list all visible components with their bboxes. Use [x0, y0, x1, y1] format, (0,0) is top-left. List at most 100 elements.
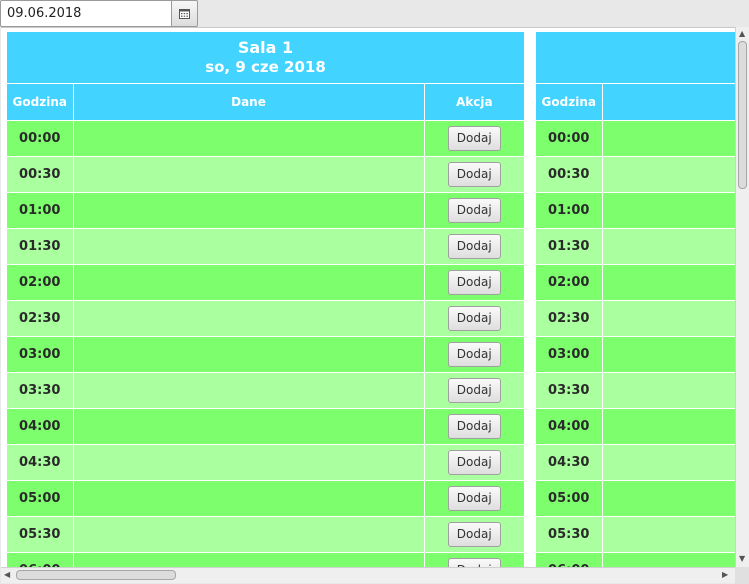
time-cell: 05:30	[7, 516, 74, 553]
scroll-down-icon[interactable]: ▼	[739, 555, 745, 563]
table-row: 02:00 Dodaj	[7, 264, 524, 301]
action-cell: Dodaj	[424, 552, 524, 567]
schedule-viewport: Sala 1 so, 9 cze 2018 Godzina Dane Akcja 00:0…	[1, 27, 735, 567]
date-input[interactable]	[0, 0, 172, 27]
add-button[interactable]: Dodaj	[447, 557, 501, 567]
calendar-button[interactable]	[172, 0, 198, 27]
table-row: 01:00 Dodaj	[7, 192, 524, 229]
action-cell: Dodaj	[424, 228, 524, 265]
table-row: 00:30 Dodaj	[7, 156, 524, 193]
add-button[interactable]: Dodaj	[447, 521, 501, 547]
data-cell	[73, 372, 425, 409]
time-cell: 03:30	[7, 372, 74, 409]
table-row: 05:00	[536, 480, 735, 517]
data-cell	[73, 408, 425, 445]
add-button[interactable]: Dodaj	[447, 377, 501, 403]
scroll-corner	[735, 567, 749, 584]
data-cell	[73, 444, 425, 481]
table-row: 01:30	[536, 228, 735, 265]
table-row: 00:30	[536, 156, 735, 193]
time-cell: 02:00	[7, 264, 74, 301]
add-button[interactable]: Dodaj	[447, 305, 501, 331]
data-cell	[602, 336, 735, 373]
room-title: Sala 1	[237, 38, 294, 57]
add-button[interactable]: Dodaj	[447, 125, 501, 151]
horizontal-scrollbar[interactable]: ◀ ▶	[1, 567, 735, 583]
table-row: 01:00	[536, 192, 735, 229]
action-cell: Dodaj	[424, 444, 524, 481]
time-cell: 01:00	[7, 192, 74, 229]
table-row: 02:30 Dodaj	[7, 300, 524, 337]
room-panel: Sala 1 so, 9 cze 2018 Godzina Dane Akcja 00:0…	[7, 32, 524, 567]
add-button[interactable]: Dodaj	[447, 233, 501, 259]
add-button[interactable]: Dodaj	[447, 413, 501, 439]
time-cell: 00:30	[536, 156, 603, 193]
action-cell: Dodaj	[424, 480, 524, 517]
time-cell: 02:30	[536, 300, 603, 337]
table-row: 02:00	[536, 264, 735, 301]
table-row: 05:30 Dodaj	[7, 516, 524, 553]
schedule-table: Godzina Dane Akcja 00:00 Dodaj 00:30 Dodaj 01:0…	[7, 84, 524, 567]
scroll-right-icon[interactable]: ▶	[722, 571, 728, 579]
time-cell: 05:00	[536, 480, 603, 517]
add-button[interactable]: Dodaj	[447, 485, 501, 511]
column-header-time: Godzina	[7, 84, 74, 121]
data-cell	[73, 336, 425, 373]
scroll-up-icon[interactable]: ▲	[739, 30, 745, 38]
table-row: 04:30 Dodaj	[7, 444, 524, 481]
date-picker	[0, 0, 198, 27]
add-button[interactable]: Dodaj	[447, 341, 501, 367]
action-cell: Dodaj	[424, 516, 524, 553]
table-row: 04:30	[536, 444, 735, 481]
rooms-container: Sala 1 so, 9 cze 2018 Godzina Dane Akcja 00:0…	[7, 32, 735, 567]
time-cell: 05:00	[7, 480, 74, 517]
data-cell	[73, 480, 425, 517]
column-header-data: Dane	[73, 84, 425, 121]
table-row: 06:00 Dodaj	[7, 552, 524, 567]
data-cell	[73, 300, 425, 337]
table-row: 05:00 Dodaj	[7, 480, 524, 517]
time-cell: 00:00	[7, 120, 74, 157]
data-cell	[602, 408, 735, 445]
action-cell: Dodaj	[424, 264, 524, 301]
add-button[interactable]: Dodaj	[447, 269, 501, 295]
action-cell: Dodaj	[424, 336, 524, 373]
time-cell: 00:00	[536, 120, 603, 157]
vertical-scroll-thumb[interactable]	[738, 41, 747, 189]
schedule-table: Godzina 00:00 00:30 01:00 01:30 02:00 02:30 03:…	[536, 84, 735, 567]
add-button[interactable]: Dodaj	[447, 161, 501, 187]
table-row: 01:30 Dodaj	[7, 228, 524, 265]
data-cell	[602, 552, 735, 567]
column-header-action: Akcja	[424, 84, 524, 121]
table-row: 06:00	[536, 552, 735, 567]
data-cell	[602, 120, 735, 157]
time-cell: 03:30	[536, 372, 603, 409]
room-header: Sala 1 so, 9 cze 2018	[7, 32, 524, 84]
table-row: 03:30 Dodaj	[7, 372, 524, 409]
time-cell: 04:00	[536, 408, 603, 445]
data-cell	[73, 120, 425, 157]
room-header	[536, 32, 735, 84]
time-cell: 02:30	[7, 300, 74, 337]
scroll-left-icon[interactable]: ◀	[4, 571, 10, 579]
action-cell: Dodaj	[424, 408, 524, 445]
time-cell: 03:00	[536, 336, 603, 373]
data-cell	[73, 264, 425, 301]
table-row: 03:00	[536, 336, 735, 373]
table-row: 04:00 Dodaj	[7, 408, 524, 445]
vertical-scrollbar[interactable]: ▲ ▼	[735, 27, 749, 567]
data-cell	[602, 444, 735, 481]
table-row: 02:30	[536, 300, 735, 337]
data-cell	[602, 516, 735, 553]
data-cell	[73, 228, 425, 265]
add-button[interactable]: Dodaj	[447, 197, 501, 223]
action-cell: Dodaj	[424, 120, 524, 157]
action-cell: Dodaj	[424, 156, 524, 193]
room-date: so, 9 cze 2018	[205, 58, 326, 76]
add-button[interactable]: Dodaj	[447, 449, 501, 475]
time-cell: 04:00	[7, 408, 74, 445]
horizontal-scroll-thumb[interactable]	[16, 570, 176, 580]
room-panel: Godzina 00:00 00:30 01:00 01:30 02:00 02:30 03:…	[536, 32, 735, 567]
data-cell	[602, 480, 735, 517]
column-header-time: Godzina	[536, 84, 603, 121]
